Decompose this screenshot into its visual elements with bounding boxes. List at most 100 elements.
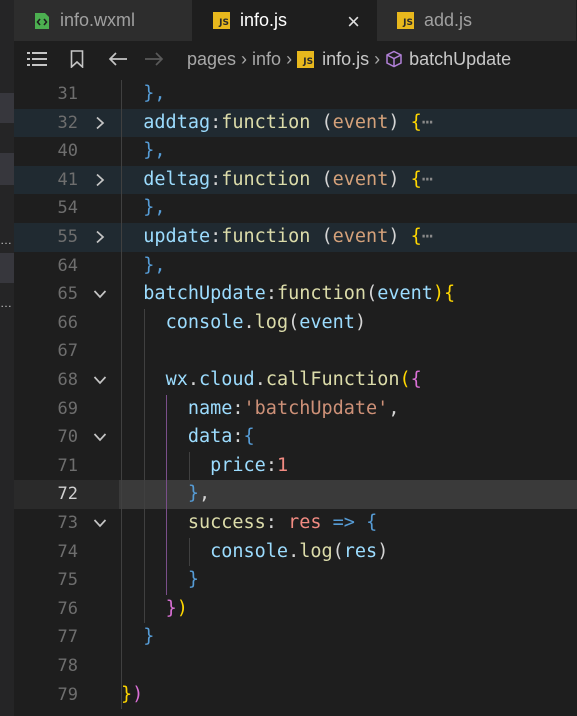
code-line[interactable]: 75 }: [14, 566, 577, 595]
code-line[interactable]: 65 batchUpdate:function(event){: [14, 280, 577, 309]
code-line[interactable]: 79}): [14, 681, 577, 710]
chevron-down-icon[interactable]: [92, 509, 108, 538]
code-line[interactable]: 73 success: res => {: [14, 509, 577, 538]
code-editor[interactable]: 31 }, 32 addtag:function (event) {⋯ 40 }, 4…: [14, 77, 577, 716]
code-token: .: [187, 369, 199, 390]
code-token: =>: [332, 512, 355, 533]
chevron-right-icon: ›: [241, 48, 248, 69]
more-icon[interactable]: …: [0, 297, 14, 309]
code-line[interactable]: 74 console.log(res): [14, 538, 577, 567]
breadcrumb-item-file[interactable]: info.js: [322, 49, 369, 70]
code-token: {: [410, 369, 422, 390]
code-line[interactable]: 31 },: [14, 80, 577, 109]
close-icon[interactable]: ×: [347, 9, 360, 35]
code-token: (: [366, 283, 378, 305]
code-line[interactable]: 68 wx.cloud.callFunction({: [14, 366, 577, 395]
code-token: 1: [276, 454, 289, 476]
forward-arrow-icon[interactable]: [143, 41, 165, 77]
code-line[interactable]: 41 deltag:function (event) {⋯: [14, 165, 577, 195]
chevron-down-icon[interactable]: [92, 423, 108, 452]
code-token: ⋯: [421, 168, 433, 190]
code-token: :: [210, 111, 222, 133]
panel-item[interactable]: [0, 253, 14, 283]
code-text: },: [121, 252, 165, 281]
code-line[interactable]: 78: [14, 652, 577, 681]
code-token: event: [332, 111, 389, 133]
code-token: function: [221, 226, 311, 247]
wxml-file-icon: [34, 12, 50, 30]
line-number: 66: [57, 312, 78, 333]
code-text: console.log(res): [121, 538, 388, 567]
line-number: 40: [57, 141, 78, 162]
code-text: wx.cloud.callFunction({: [121, 366, 422, 395]
code-token: },: [143, 140, 166, 162]
breadcrumb-item-symbol[interactable]: batchUpdate: [409, 49, 511, 70]
code-text: },: [121, 137, 166, 166]
code-token: res: [343, 540, 378, 562]
code-text: data:{: [121, 423, 255, 452]
indent-guide: [121, 80, 122, 710]
code-token: (: [321, 168, 333, 190]
code-token: wx: [165, 369, 188, 390]
code-text: name:'batchUpdate',: [121, 395, 400, 424]
tab-info-js[interactable]: JS info.js ×: [193, 0, 377, 41]
code-text: deltag:function (event) {⋯: [121, 166, 433, 195]
code-token: (: [288, 311, 300, 333]
code-line[interactable]: 69 name:'batchUpdate',: [14, 395, 577, 424]
code-line[interactable]: 55 update:function (event) {⋯: [14, 223, 577, 252]
back-arrow-icon[interactable]: [107, 41, 129, 77]
code-token: (: [399, 369, 411, 390]
code-line[interactable]: 54 },: [14, 194, 577, 223]
chevron-right-icon[interactable]: [92, 109, 108, 138]
breadcrumb-item-pages[interactable]: pages: [187, 49, 236, 70]
code-line[interactable]: 40 },: [14, 137, 577, 166]
bookmark-icon[interactable]: [67, 41, 87, 77]
code-token: ): [388, 168, 400, 190]
line-number: 67: [57, 341, 78, 362]
code-token: {: [410, 168, 422, 190]
chevron-right-icon[interactable]: [92, 223, 108, 252]
js-file-icon: JS: [397, 12, 414, 29]
code-line[interactable]: 66 console.log(event): [14, 309, 577, 338]
code-token: function: [221, 111, 311, 133]
line-number: 41: [57, 169, 78, 190]
code-token: }: [165, 597, 177, 619]
code-text: }): [121, 595, 188, 624]
line-number: 68: [57, 370, 78, 390]
code-token: :: [265, 283, 277, 305]
code-line[interactable]: 67: [14, 337, 577, 366]
tab-info-wxml[interactable]: info.wxml: [14, 0, 193, 41]
panel-item[interactable]: [0, 153, 14, 185]
code-token: .: [254, 369, 266, 390]
line-number: 71: [57, 455, 78, 476]
code-line[interactable]: 64 },: [14, 252, 577, 281]
more-icon[interactable]: …: [0, 234, 14, 246]
panel-item[interactable]: [0, 93, 14, 123]
code-token: event: [332, 168, 389, 190]
code-line[interactable]: 76 }): [14, 595, 577, 624]
code-line[interactable]: 70 data:{: [14, 423, 577, 452]
code-line[interactable]: 71 price:1: [14, 452, 577, 481]
line-number: 54: [57, 198, 78, 219]
line-number: 70: [57, 427, 78, 448]
code-text: },: [121, 80, 165, 109]
chevron-right-icon[interactable]: [92, 166, 108, 195]
breadcrumb-item-info[interactable]: info: [252, 49, 281, 70]
code-line[interactable]: 72 },: [14, 480, 577, 509]
breadcrumb: pages › info › JS info.js › batchUpdate: [14, 41, 577, 77]
code-token: :: [210, 226, 222, 247]
code-line[interactable]: 32 addtag:function (event) {⋯: [14, 108, 577, 138]
tab-add-js[interactable]: JS add.js: [377, 0, 577, 41]
list-icon[interactable]: [27, 41, 47, 77]
code-line[interactable]: 77 }: [14, 623, 577, 652]
line-number: 77: [57, 627, 78, 648]
chevron-down-icon[interactable]: [92, 366, 108, 395]
chevron-down-icon[interactable]: [92, 280, 108, 309]
code-token: log: [254, 311, 289, 333]
